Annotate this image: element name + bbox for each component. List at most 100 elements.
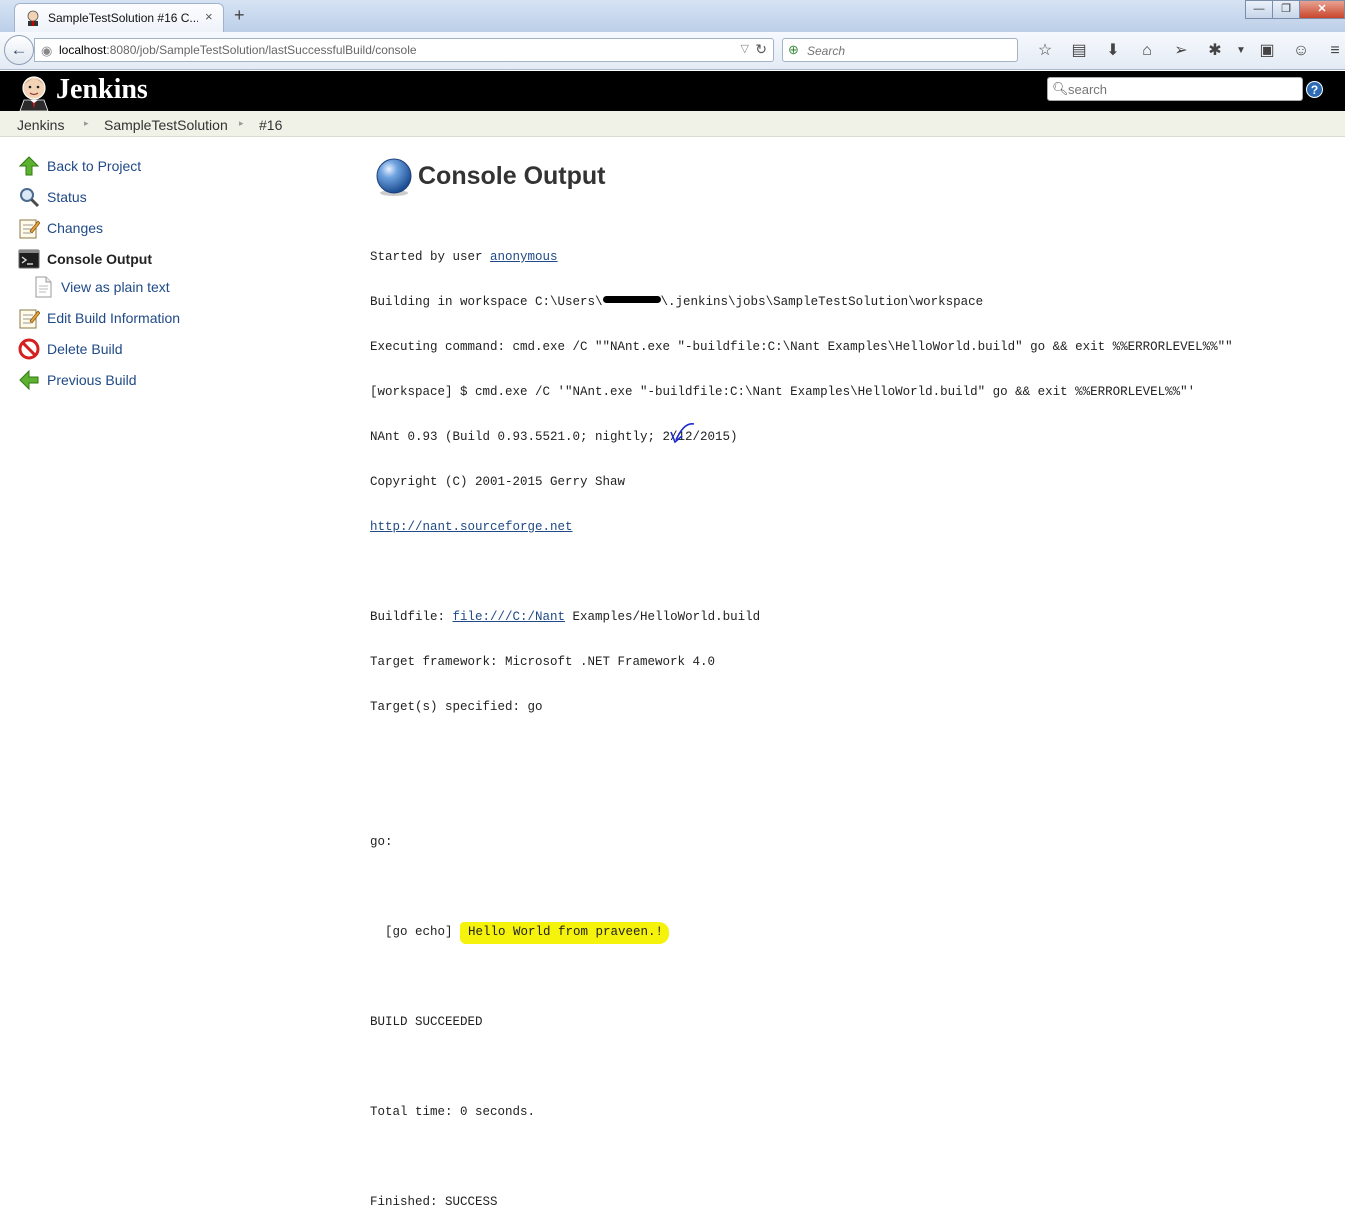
- help-icon[interactable]: ?: [1306, 81, 1323, 98]
- echo-prefix: [go echo]: [370, 925, 461, 939]
- console-line: NAnt 0.93 (Build 0.93.5521.0; nightly; 2…: [370, 430, 738, 444]
- sidebar-item-edit-build-information[interactable]: Edit Build Information: [18, 307, 180, 329]
- notepad-icon: [19, 309, 40, 329]
- browser-search-box[interactable]: ⊕: [782, 38, 1018, 62]
- document-icon: [35, 276, 52, 298]
- minimize-button[interactable]: —: [1245, 0, 1273, 19]
- bug-icon[interactable]: ✱: [1198, 40, 1232, 62]
- highlighted-echo-message: Hello World from praveen.!: [460, 922, 670, 944]
- console-line: Copyright (C) 2001-2015 Gerry Shaw: [370, 475, 626, 489]
- sidebar-item-label: View as plain text: [61, 279, 170, 295]
- page-title: Console Output: [418, 162, 606, 190]
- sidebar-item-status[interactable]: Status: [18, 186, 87, 208]
- workspace-suffix: \.jenkins\jobs\SampleTestSolution\worksp…: [660, 295, 984, 309]
- console-output-orb-icon: [376, 158, 412, 196]
- sidebar-item-label: Status: [47, 189, 87, 205]
- jenkins-brand[interactable]: Jenkins: [56, 74, 148, 106]
- left-arrow-icon: [19, 369, 39, 391]
- sidebar-item-previous-build[interactable]: Previous Build: [18, 369, 137, 391]
- reading-list-icon[interactable]: ▤: [1062, 40, 1096, 62]
- redacted-username: [602, 296, 661, 303]
- back-arrow-icon: ←: [10, 40, 28, 59]
- breadcrumb: Jenkins ▸ SampleTestSolution ▸ #16: [0, 111, 1345, 137]
- star-icon[interactable]: ☆: [1028, 40, 1062, 62]
- download-icon[interactable]: ⬇: [1096, 40, 1130, 62]
- up-arrow-icon: [18, 156, 40, 176]
- tab-title: SampleTestSolution #16 C...: [48, 11, 198, 25]
- console-line: Started by user anonymous: [370, 250, 1233, 265]
- buildfile-prefix: Buildfile:: [370, 610, 453, 624]
- back-button[interactable]: ←: [4, 35, 34, 65]
- menu-dropdown-icon[interactable]: ▼: [1232, 40, 1250, 62]
- home-icon[interactable]: ⌂: [1130, 40, 1164, 62]
- breadcrumb-separator-icon: ▸: [239, 118, 244, 128]
- no-entry-icon: [18, 338, 40, 360]
- browser-tab-bar: SampleTestSolution #16 C... × + — ❐ ✕: [0, 0, 1345, 32]
- breadcrumb-jenkins[interactable]: Jenkins: [17, 117, 64, 133]
- console-line: Target(s) specified: go: [370, 700, 543, 714]
- url-path: :8080/job/SampleTestSolution/lastSuccess…: [106, 43, 417, 57]
- window-controls: — ❐ ✕: [1245, 0, 1345, 20]
- tab-close-icon[interactable]: ×: [205, 9, 213, 24]
- notes-icon[interactable]: ▣: [1250, 40, 1284, 62]
- jenkins-search-box[interactable]: 🔍︎: [1047, 77, 1303, 101]
- console-line: Building in workspace C:\Users\ \.jenkins…: [370, 295, 1233, 310]
- nant-website-link[interactable]: http://nant.sourceforge.net: [370, 520, 573, 534]
- console-line: Total time: 0 seconds.: [370, 1105, 536, 1119]
- jenkins-header: Jenkins 🔍︎ ?: [0, 71, 1345, 111]
- console-line: http://nant.sourceforge.net: [370, 520, 1233, 535]
- sidebar-item-delete-build[interactable]: Delete Build: [18, 338, 123, 360]
- console-line: BUILD SUCCEEDED: [370, 1015, 483, 1029]
- breadcrumb-job[interactable]: SampleTestSolution: [104, 117, 228, 133]
- maximize-button[interactable]: ❐: [1272, 0, 1300, 19]
- url-text[interactable]: localhost:8080/job/SampleTestSolution/la…: [59, 43, 417, 57]
- close-window-button[interactable]: ✕: [1299, 0, 1345, 19]
- started-by-prefix: Started by user: [370, 250, 491, 264]
- url-host: localhost: [59, 43, 107, 57]
- search-icon: 🔍︎: [1052, 81, 1069, 96]
- breadcrumb-build[interactable]: #16: [259, 117, 282, 133]
- user-link[interactable]: anonymous: [490, 250, 558, 264]
- workspace-prefix: Building in workspace C:\Users\: [370, 295, 603, 309]
- sidebar-item-label: Back to Project: [47, 158, 142, 174]
- send-icon[interactable]: ➢: [1164, 40, 1198, 62]
- url-bar[interactable]: ◉ localhost:8080/job/SampleTestSolution/…: [34, 38, 774, 62]
- sidebar-item-label: Console Output: [47, 251, 152, 267]
- sidebar-item-console-output[interactable]: Console Output: [18, 248, 152, 270]
- console-line: Target framework: Microsoft .NET Framewo…: [370, 655, 716, 669]
- browser-nav-bar: ◉ localhost:8080/job/SampleTestSolution/…: [0, 32, 1345, 70]
- console-line: [go echo] Hello World from praveen.!: [370, 922, 1233, 944]
- notepad-icon: [19, 219, 40, 239]
- reload-icon[interactable]: ↻: [755, 41, 767, 58]
- console-output: Started by user anonymous Building in wo…: [370, 220, 1233, 1225]
- jenkins-logo-icon[interactable]: [16, 73, 52, 111]
- console-line: Finished: SUCCESS: [370, 1195, 498, 1209]
- sidebar-item-back-to-project[interactable]: Back to Project: [18, 155, 141, 177]
- browser-tab[interactable]: SampleTestSolution #16 C... ×: [14, 3, 224, 32]
- browser-search-input[interactable]: [807, 42, 1007, 59]
- sidebar-item-label: Edit Build Information: [47, 310, 181, 326]
- buildfile-suffix: Examples/HelloWorld.build: [565, 610, 761, 624]
- magnifier-icon: [20, 188, 40, 208]
- browser-toolbar: ☆ ▤ ⬇ ⌂ ➢ ✱ ▼ ▣ ☺ ≡: [1028, 40, 1345, 62]
- buildfile-link[interactable]: file:///C:/Nant: [453, 610, 566, 624]
- breadcrumb-separator-icon: ▸: [84, 118, 89, 128]
- console-line: go:: [370, 835, 393, 849]
- smiley-icon[interactable]: ☺: [1284, 40, 1318, 62]
- jenkins-search-input[interactable]: [1068, 81, 1296, 98]
- url-dropdown-icon[interactable]: ▽: [741, 42, 749, 55]
- sidebar-item-label: Delete Build: [47, 341, 123, 357]
- hamburger-menu-icon[interactable]: ≡: [1318, 40, 1345, 62]
- sidebar-item-label: Previous Build: [47, 372, 137, 388]
- sidebar-item-view-as-plain-text[interactable]: View as plain text: [32, 276, 170, 298]
- sidebar-item-changes[interactable]: Changes: [18, 217, 103, 239]
- new-tab-button[interactable]: +: [234, 5, 245, 26]
- search-engine-icon: ⊕: [788, 42, 799, 57]
- console-line: Buildfile: file:///C:/Nant Examples/Hell…: [370, 610, 1233, 625]
